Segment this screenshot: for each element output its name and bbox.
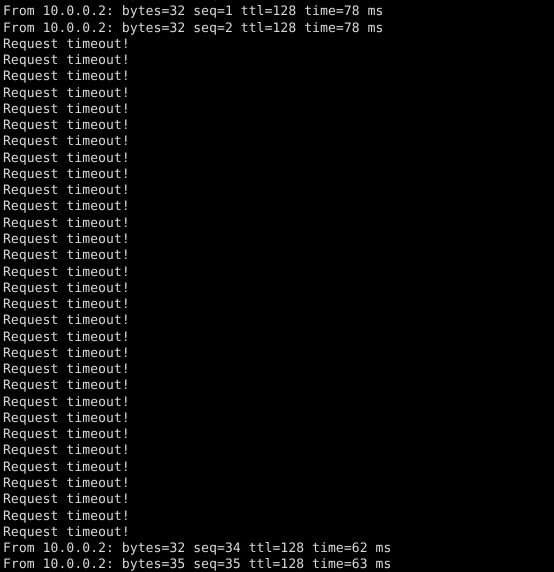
terminal-line: Request timeout!: [3, 248, 130, 264]
terminal-line: Request timeout!: [3, 150, 130, 166]
terminal-line: Request timeout!: [3, 394, 130, 410]
terminal-line: Request timeout!: [3, 264, 130, 280]
terminal-line: From 10.0.0.2: bytes=32 seq=2 ttl=128 ti…: [3, 20, 384, 36]
terminal-output: From 10.0.0.2: bytes=32 seq=0 ttl=128 ti…: [3, 0, 391, 572]
terminal-line: Request timeout!: [3, 475, 130, 491]
terminal-line: Request timeout!: [3, 459, 130, 475]
terminal-line: Request timeout!: [3, 410, 130, 426]
terminal-line: Request timeout!: [3, 362, 130, 378]
terminal-window[interactable]: From 10.0.0.2: bytes=32 seq=0 ttl=128 ti…: [0, 0, 554, 572]
terminal-line: Request timeout!: [3, 36, 130, 52]
terminal-line: Request timeout!: [3, 53, 130, 69]
terminal-line: Request timeout!: [3, 118, 130, 134]
terminal-line: Request timeout!: [3, 166, 130, 182]
terminal-line: Request timeout!: [3, 345, 130, 361]
terminal-line: Request timeout!: [3, 85, 130, 101]
terminal-line: Request timeout!: [3, 69, 130, 85]
terminal-line: Request timeout!: [3, 215, 130, 231]
terminal-line: Request timeout!: [3, 524, 130, 540]
terminal-line: Request timeout!: [3, 443, 130, 459]
terminal-line: From 10.0.0.2: bytes=32 seq=1 ttl=128 ti…: [3, 4, 384, 20]
terminal-line: Request timeout!: [3, 492, 130, 508]
terminal-line: Request timeout!: [3, 134, 130, 150]
terminal-line: Request timeout!: [3, 313, 130, 329]
terminal-line: From 10.0.0.2: bytes=32 seq=34 ttl=128 t…: [3, 541, 392, 557]
terminal-line: Request timeout!: [3, 199, 130, 215]
terminal-line: Request timeout!: [3, 280, 130, 296]
terminal-line: Request timeout!: [3, 427, 130, 443]
terminal-line: Request timeout!: [3, 378, 130, 394]
terminal-line: Request timeout!: [3, 101, 130, 117]
terminal-line: From 10.0.0.2: bytes=35 seq=35 ttl=128 t…: [3, 557, 392, 572]
terminal-line: Request timeout!: [3, 231, 130, 247]
terminal-line: Request timeout!: [3, 297, 130, 313]
terminal-line: Request timeout!: [3, 183, 130, 199]
terminal-line: Request timeout!: [3, 508, 130, 524]
terminal-line: Request timeout!: [3, 329, 130, 345]
